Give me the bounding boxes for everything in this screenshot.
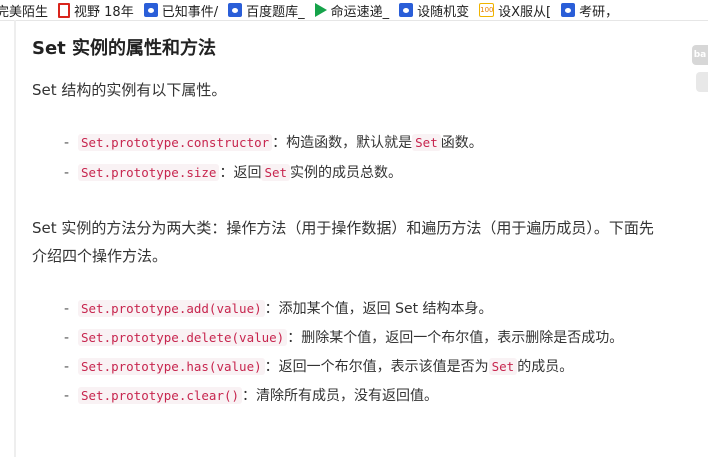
bookmark-item[interactable]: 已知事件/ [143,1,219,20]
bookmark-label: 设随机变 [417,4,470,20]
code-span: Set.prototype.has(value) [78,358,265,375]
bookmark-item[interactable]: 命运速递_ [314,1,390,20]
bookmark-label: 视野 18年 [74,4,134,20]
bookmark-label: 设X服从[ [498,4,552,20]
code-span: Set.prototype.constructor [78,134,273,151]
intro-paragraph: Set 结构的实例有以下属性。 [32,81,227,99]
side-floating-tab[interactable]: ba [692,45,708,65]
code-span: Set.prototype.clear() [78,387,243,404]
bookmark-item[interactable]: 考研， [561,1,618,20]
bookmark-label: 命运速递_ [330,4,390,20]
baidu-paw-icon [143,3,158,17]
list-item: - Set.prototype.delete(value) ：删除某个值，返回一个… [64,329,624,346]
video-icon [58,2,71,18]
methods-intro-paragraph: Set 实例的方法分为两大类：操作方法（用于操作数据）和遍历方法（用于遍历成员）… [32,219,654,265]
baidu-paw-icon [399,3,414,17]
section-heading: Set 实例的属性和方法 [32,38,217,59]
bookmark-item[interactable]: 视野 18年 [58,1,134,20]
list-item: - Set.prototype.clear() ：清除所有成员，没有返回值。 [64,387,439,404]
property-list: - Set.prototype.constructor ：构造函数，默认就是 Set… [64,132,658,184]
bookmark-label: 考研， [579,4,619,20]
bookmarks-bar: 完美陌生 视野 18年 已知事件/ 百度题库_ 命运速递_ 设随机变 100 设… [0,0,708,21]
site-100-icon: 100 [479,3,495,17]
method-list: - Set.prototype.add(value) ：添加某个值，返回 Set … [64,298,658,407]
code-span: Set [412,134,441,151]
list-item: - Set.prototype.add(value) ：添加某个值，返回 Set … [64,300,493,317]
code-span: Set.prototype.size [78,164,220,181]
list-item: - Set.prototype.has(value) ：返回一个布尔值，表示该值是… [64,358,574,375]
code-span: Set [488,358,518,375]
code-span: Set.prototype.delete(value) [78,329,288,346]
baidu-paw-icon [561,3,576,17]
bookmark-label: 百度题库_ [246,4,305,20]
bookmark-label: 完美陌生 [0,4,49,20]
list-item: - Set.prototype.constructor ：构造函数，默认就是 Set… [64,134,483,151]
list-item: - Set.prototype.size ：返回 Set 实例的成员总数。 [64,164,403,181]
side-floating-tab-secondary[interactable] [696,72,708,92]
baidu-paw-icon [228,3,243,17]
bookmark-label: 已知事件/ [161,4,219,20]
content-left-border [14,20,16,457]
code-span: Set [261,164,291,181]
bookmark-item[interactable]: 设随机变 [399,1,469,20]
code-span: Set.prototype.add(value) [78,300,265,317]
play-icon [314,3,327,17]
bookmark-item[interactable]: 100 设X服从[ [479,1,551,20]
bookmark-item[interactable]: 完美陌生 [0,1,48,20]
bookmark-item[interactable]: 百度题库_ [228,1,305,20]
